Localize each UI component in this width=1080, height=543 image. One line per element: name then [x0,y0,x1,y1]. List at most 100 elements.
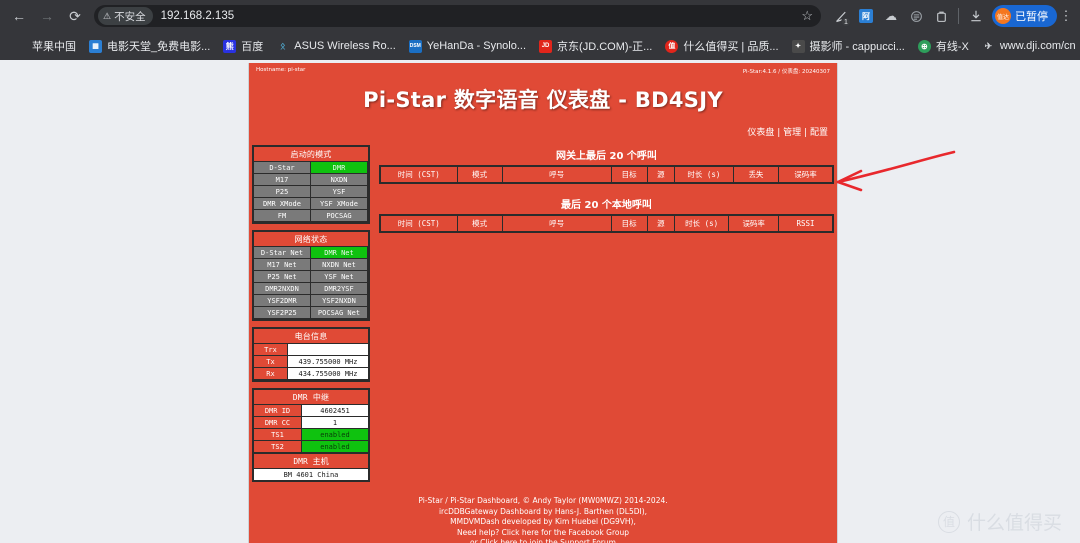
dashboard-body: 启动的模式 D-Star DMR M17 NXDN P25 YSF DMR XM… [249,145,837,488]
dmr-row-key-cc: DMR CC [254,417,302,429]
active-modes-grid: D-Star DMR M17 NXDN P25 YSF DMR XMode YS… [254,162,368,222]
bookmark-item[interactable]: DSM YeHanDa - Synolo... [403,37,532,56]
lc-col-target[interactable]: 目标 [611,215,648,232]
dmr-row-value-id: 4602451 [302,405,368,417]
kebab-menu-icon[interactable]: ⋮ [1058,8,1074,24]
mode-cell-dmr: DMR [311,162,368,174]
baidu-icon: 熊 [223,39,237,53]
not-secure-badge[interactable]: ⚠ 不安全 [98,7,153,25]
toolbar-icons: 1 阿 ☁ 值达 已暂停 ⋮ [829,4,1074,28]
footer-link-facebook[interactable]: Need help? Click here for the Facebook G… [249,528,837,539]
bookmark-item[interactable]: ▦ 电影天堂_免费电影... [83,35,216,57]
net-cell-dmr2nxdn: DMR2NXDN [254,283,311,295]
pistar-dashboard: Hostname: pi-star Pi-Star:4.1.6 / 仪表盘: 2… [248,63,838,543]
lc-col-duration[interactable]: 时长 (s) [674,215,730,232]
bookmark-item[interactable]: ✈ www.dji.com/cn [976,37,1080,56]
gateway-calls-header-row: 时间 (CST) 模式 呼号 目标 源 时长 (s) 丢失 误码率 [380,166,833,183]
mode-cell-nxdn: NXDN [311,174,368,186]
reading-list-icon[interactable] [904,4,928,28]
radio-info-title: 电台信息 [254,329,368,344]
cloud-icon[interactable]: ☁ [879,4,903,28]
mode-cell-dmr-xmode: DMR XMode [254,198,311,210]
local-calls-title: 最后 20 个本地呼叫 [561,200,652,211]
net-cell-nxdn: NXDN Net [311,259,368,271]
bookmark-item[interactable]: 值 什么值得买 | 品质... [659,35,784,57]
bookmark-label: www.dji.com/cn [999,40,1076,52]
gateway-calls-table: 时间 (CST) 模式 呼号 目标 源 时长 (s) 丢失 误码率 [379,165,834,184]
bookmark-label: YeHanDa - Synolo... [426,40,527,52]
net-cell-pocsag: POCSAG Net [311,307,368,319]
net-cell-m17: M17 Net [254,259,311,271]
gw-col-source[interactable]: 源 [647,166,675,183]
net-cell-dstar: D-Star Net [254,247,311,259]
active-modes-title: 启动的模式 [254,147,368,162]
mode-cell-ysf-xmode: YSF XMode [311,198,368,210]
bookmark-item[interactable]: JD 京东(JD.COM)-正... [533,35,658,57]
gateway-calls-section: 网关上最后 20 个呼叫 时间 (CST) 模式 呼号 目标 源 时长 (s) … [379,145,834,184]
network-status-grid: D-Star Net DMR Net M17 Net NXDN Net P25 … [254,247,368,319]
extension-puzzle-icon[interactable]: 1 [829,4,853,28]
net-cell-ysf: YSF Net [311,271,368,283]
network-status-panel: 网络状态 D-Star Net DMR Net M17 Net NXDN Net… [252,230,370,321]
bookmark-item[interactable]: ✦ 摄影师 - cappucci... [786,35,911,57]
watermark: 值 什么值得买 [937,508,1062,535]
net-cell-dmr: DMR Net [311,247,368,259]
reload-icon[interactable]: ⟳ [62,3,88,29]
hostname-label: Hostname: pi-star [256,67,306,73]
bookmark-label: 什么值得买 | 品质... [683,41,779,53]
footer-line-ircddb: ircDDBGateway Dashboard by Hans-J. Barth… [438,506,648,516]
pause-button[interactable]: 值达 已暂停 [992,5,1057,27]
ali-extension-icon[interactable]: 阿 [854,4,878,28]
gw-col-loss[interactable]: 丢失 [733,166,780,183]
lc-col-rssi[interactable]: RSSI [778,215,833,232]
red-annotation-arrow [836,150,956,192]
clipboard-icon[interactable] [929,4,953,28]
network-status-title: 网络状态 [254,232,368,247]
bookmark-item[interactable]: 苹果中国 [8,35,82,57]
dji-icon: ✈ [984,40,993,51]
mode-cell-pocsag: POCSAG [311,210,368,222]
lc-col-source[interactable]: 源 [647,215,675,232]
dashboard-header-meta: Hostname: pi-star Pi-Star:4.1.6 / 仪表盘: 2… [249,63,837,75]
nav-link-config[interactable]: 配置 [810,128,828,138]
bookmarks-bar: 苹果中国 ▦ 电影天堂_免费电影... 熊 百度 ᛟ ASUS Wireless… [0,32,1080,60]
back-arrow-icon[interactable]: ← [6,3,32,29]
dashboard-footer: Pi-Star / Pi-Star Dashboard, © Andy Tayl… [249,488,837,543]
gw-col-target[interactable]: 目标 [611,166,648,183]
footer-line-mmdvmdash: MMDVMDash developed by Kim Huebel (DG9VH… [450,517,636,526]
net-cell-ysf2nxdn: YSF2NXDN [311,295,368,307]
radio-row-key-rx: Rx [254,368,288,380]
radio-row-key-tx: Tx [254,356,288,368]
bookmark-item[interactable]: ⊕ 有线-X [912,35,975,57]
gateway-calls-title: 网关上最后 20 个呼叫 [556,151,657,162]
address-bar[interactable]: ⚠ 不安全 192.168.2.135 ☆ [94,5,821,27]
page-title: Pi-Star 数字语音 仪表盘 - BD4SJY [363,88,723,112]
sidebar-column: 启动的模式 D-Star DMR M17 NXDN P25 YSF DMR XM… [251,145,373,488]
dytt-icon: ▦ [89,39,102,53]
mode-cell-ysf: YSF [311,186,368,198]
dmr-row-value-ts2: enabled [302,441,368,453]
download-icon[interactable] [964,4,988,28]
lc-col-ber[interactable]: 误码率 [728,215,780,232]
nav-link-admin[interactable]: 管理 [783,128,801,138]
jd-icon: JD [539,39,553,53]
star-icon[interactable]: ☆ [801,8,815,24]
gw-col-duration[interactable]: 时长 (s) [674,166,734,183]
dmr-row-value-cc: 1 [302,417,368,429]
gw-col-time[interactable]: 时间 (CST) [380,166,458,183]
forward-arrow-icon[interactable]: → [34,3,60,29]
nav-link-dashboard[interactable]: 仪表盘 [747,128,774,138]
gw-col-callsign[interactable]: 呼号 [502,166,612,183]
asus-router-icon: ᛟ [280,41,286,51]
bookmark-item[interactable]: 熊 百度 [217,35,269,57]
gw-col-ber[interactable]: 误码率 [778,166,833,183]
bookmark-item[interactable]: ᛟ ASUS Wireless Ro... [270,37,401,56]
footer-link-forum[interactable]: or Click here to join the Support Forum [249,538,837,543]
pause-button-label: 已暂停 [1015,11,1048,23]
lc-col-mode[interactable]: 模式 [457,215,503,232]
gw-col-mode[interactable]: 模式 [457,166,503,183]
lc-col-callsign[interactable]: 呼号 [502,215,612,232]
lc-col-time[interactable]: 时间 (CST) [380,215,458,232]
mode-cell-fm: FM [254,210,311,222]
